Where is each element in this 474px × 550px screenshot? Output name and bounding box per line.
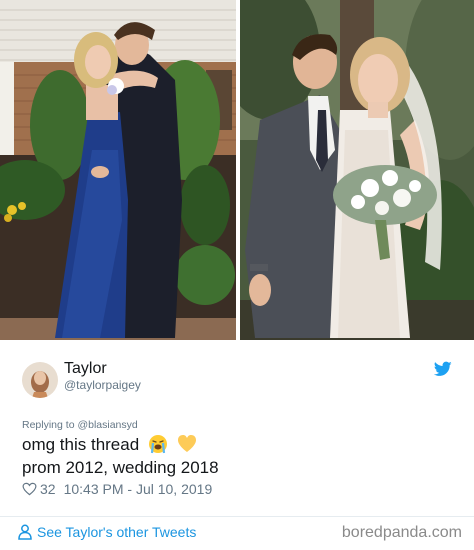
replying-to-text: Replying to @blasiansyd [22,419,138,431]
see-other-tweets-label: See Taylor's other Tweets [37,524,197,540]
person-icon [18,524,32,540]
source-credit: boredpanda.com [341,524,462,541]
author-handle[interactable]: @taylorpaigey [64,378,141,392]
loudly-crying-face-icon [148,435,167,454]
like-count[interactable]: 32 [40,481,56,497]
see-other-tweets-link[interactable]: See Taylor's other Tweets [18,524,196,540]
tweet-text-line-2: prom 2012, wedding 2018 [22,458,219,477]
divider [0,516,474,517]
twitter-bird-icon[interactable] [434,361,452,377]
tweet-meta: 32 10:43 PM - Jul 10, 2019 [22,481,212,497]
tweet-text: omg this thread [22,435,140,454]
heart-icon[interactable] [22,482,37,496]
tweet-text-line-1: omg this thread [22,434,197,455]
avatar[interactable] [22,362,58,398]
photo-collage [0,0,474,340]
prom-photo [0,0,236,340]
avatar-image [22,362,58,398]
author-name[interactable]: Taylor [64,360,107,378]
tweet-timestamp[interactable]: 10:43 PM - Jul 10, 2019 [64,481,213,497]
wedding-photo [240,0,474,340]
yellow-heart-icon [177,435,196,452]
